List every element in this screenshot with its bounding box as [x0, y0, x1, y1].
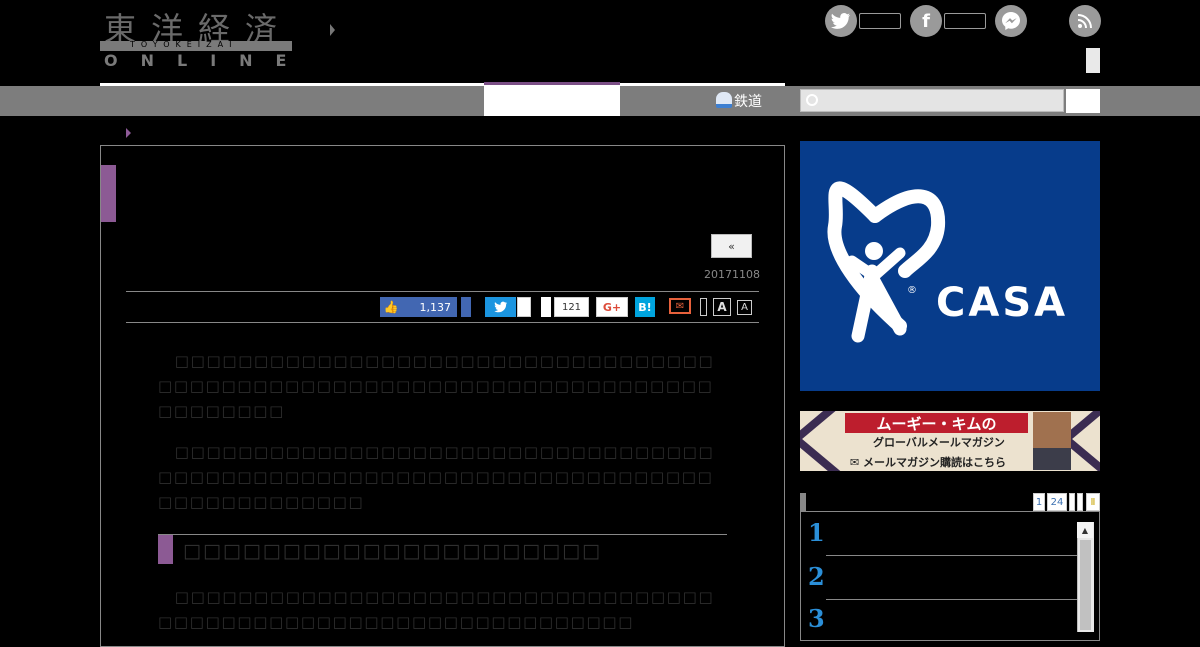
twitter-icon [493, 301, 507, 313]
banner-title: ムーギー・キムの [845, 413, 1028, 433]
banner-stripe [800, 429, 845, 471]
twitter-follow-count[interactable] [859, 13, 901, 29]
logo-online[interactable]: ONLINE [104, 51, 309, 70]
nav-top-line [100, 83, 785, 86]
article-subheading: □□□□□□□□□□□□□□□□□□□□□ [183, 540, 602, 562]
facebook-icon[interactable]: f [910, 5, 942, 37]
article-paragraph: □□□□□□□□□□□□□□□□□□□□□□□□□□□□□□□□□□□□□□□□… [158, 443, 715, 511]
ranking-list [800, 511, 1100, 641]
nav-tab-railway-label: 鉄道 [734, 94, 762, 110]
nav-tab-active[interactable] [484, 85, 620, 116]
banner-cta: ✉ メールマガジン購読はこちら [850, 456, 1007, 469]
ranking-tab-icon[interactable]: Ⅱ [1086, 493, 1100, 511]
rank-divider [826, 555, 1078, 556]
logo-roman: TOYOKEIZAI [130, 40, 238, 49]
font-size-large-button[interactable]: A [713, 298, 731, 316]
mail-icon[interactable]: ✉ [669, 298, 691, 314]
rank-divider [826, 599, 1078, 600]
header-arrow-icon[interactable] [330, 24, 335, 36]
search-input[interactable] [800, 89, 1064, 112]
facebook-share-button[interactable] [461, 297, 471, 317]
print-button[interactable] [700, 298, 707, 316]
font-size-small-button[interactable]: A [737, 300, 752, 315]
like-count: 1,137 [419, 300, 452, 314]
ranking-tab[interactable] [1069, 493, 1075, 511]
ranking-tab[interactable] [1077, 493, 1083, 511]
search-icon [806, 94, 818, 106]
tweet-count [517, 297, 531, 317]
article-paragraph: □□□□□□□□□□□□□□□□□□□□□□□□□□□□□□□□□□□□□□□□… [158, 588, 715, 631]
header-login-button[interactable] [1086, 48, 1100, 73]
twitter-icon[interactable] [825, 5, 857, 37]
prev-page-button[interactable]: « [711, 234, 752, 258]
hatena-bookmark-button[interactable]: B! [635, 297, 655, 317]
banner-portrait-suit [1033, 448, 1071, 470]
rank-number: 3 [808, 604, 825, 633]
breadcrumb-arrow-icon[interactable] [126, 128, 131, 138]
divider [126, 322, 759, 323]
article-date: 20171108 [704, 268, 760, 281]
thumbs-up-icon: 👍 [383, 300, 399, 314]
casa-brand: CASA [936, 280, 1069, 326]
nav-tab-railway[interactable]: 鉄道 [716, 91, 762, 111]
casa-registered: ® [907, 285, 917, 296]
divider [126, 291, 759, 292]
pocket-count: 121 [554, 297, 589, 317]
facebook-like-button[interactable]: 👍 1,137 [380, 297, 457, 317]
train-icon [716, 92, 732, 108]
facebook-like-count[interactable] [944, 13, 986, 29]
rank-number: 1 [808, 518, 825, 547]
messenger-icon[interactable] [995, 5, 1027, 37]
scroll-thumb[interactable] [1080, 540, 1091, 630]
rank-number: 2 [808, 562, 825, 591]
ranking-tab-1h[interactable]: 1 [1033, 493, 1045, 511]
title-accent-bar [101, 165, 116, 222]
scroll-up-icon[interactable]: ▲ [1077, 522, 1093, 538]
ranking-header-bar [800, 493, 806, 511]
casa-logo-icon [827, 181, 946, 343]
search-button[interactable] [1066, 89, 1100, 113]
casa-ad[interactable] [800, 141, 1100, 391]
heading-rule [158, 534, 727, 535]
rss-icon[interactable] [1069, 5, 1101, 37]
pocket-button[interactable] [541, 297, 551, 317]
ranking-tab-24h[interactable]: 24 [1047, 493, 1067, 511]
article-paragraph: □□□□□□□□□□□□□□□□□□□□□□□□□□□□□□□□□□□□□□□□… [158, 352, 715, 420]
banner-subtitle: グローバルメールマガジン [873, 436, 1005, 449]
google-plus-button[interactable]: G+ [596, 297, 628, 317]
heading-accent-bar [158, 535, 173, 564]
tweet-button[interactable] [485, 297, 516, 317]
